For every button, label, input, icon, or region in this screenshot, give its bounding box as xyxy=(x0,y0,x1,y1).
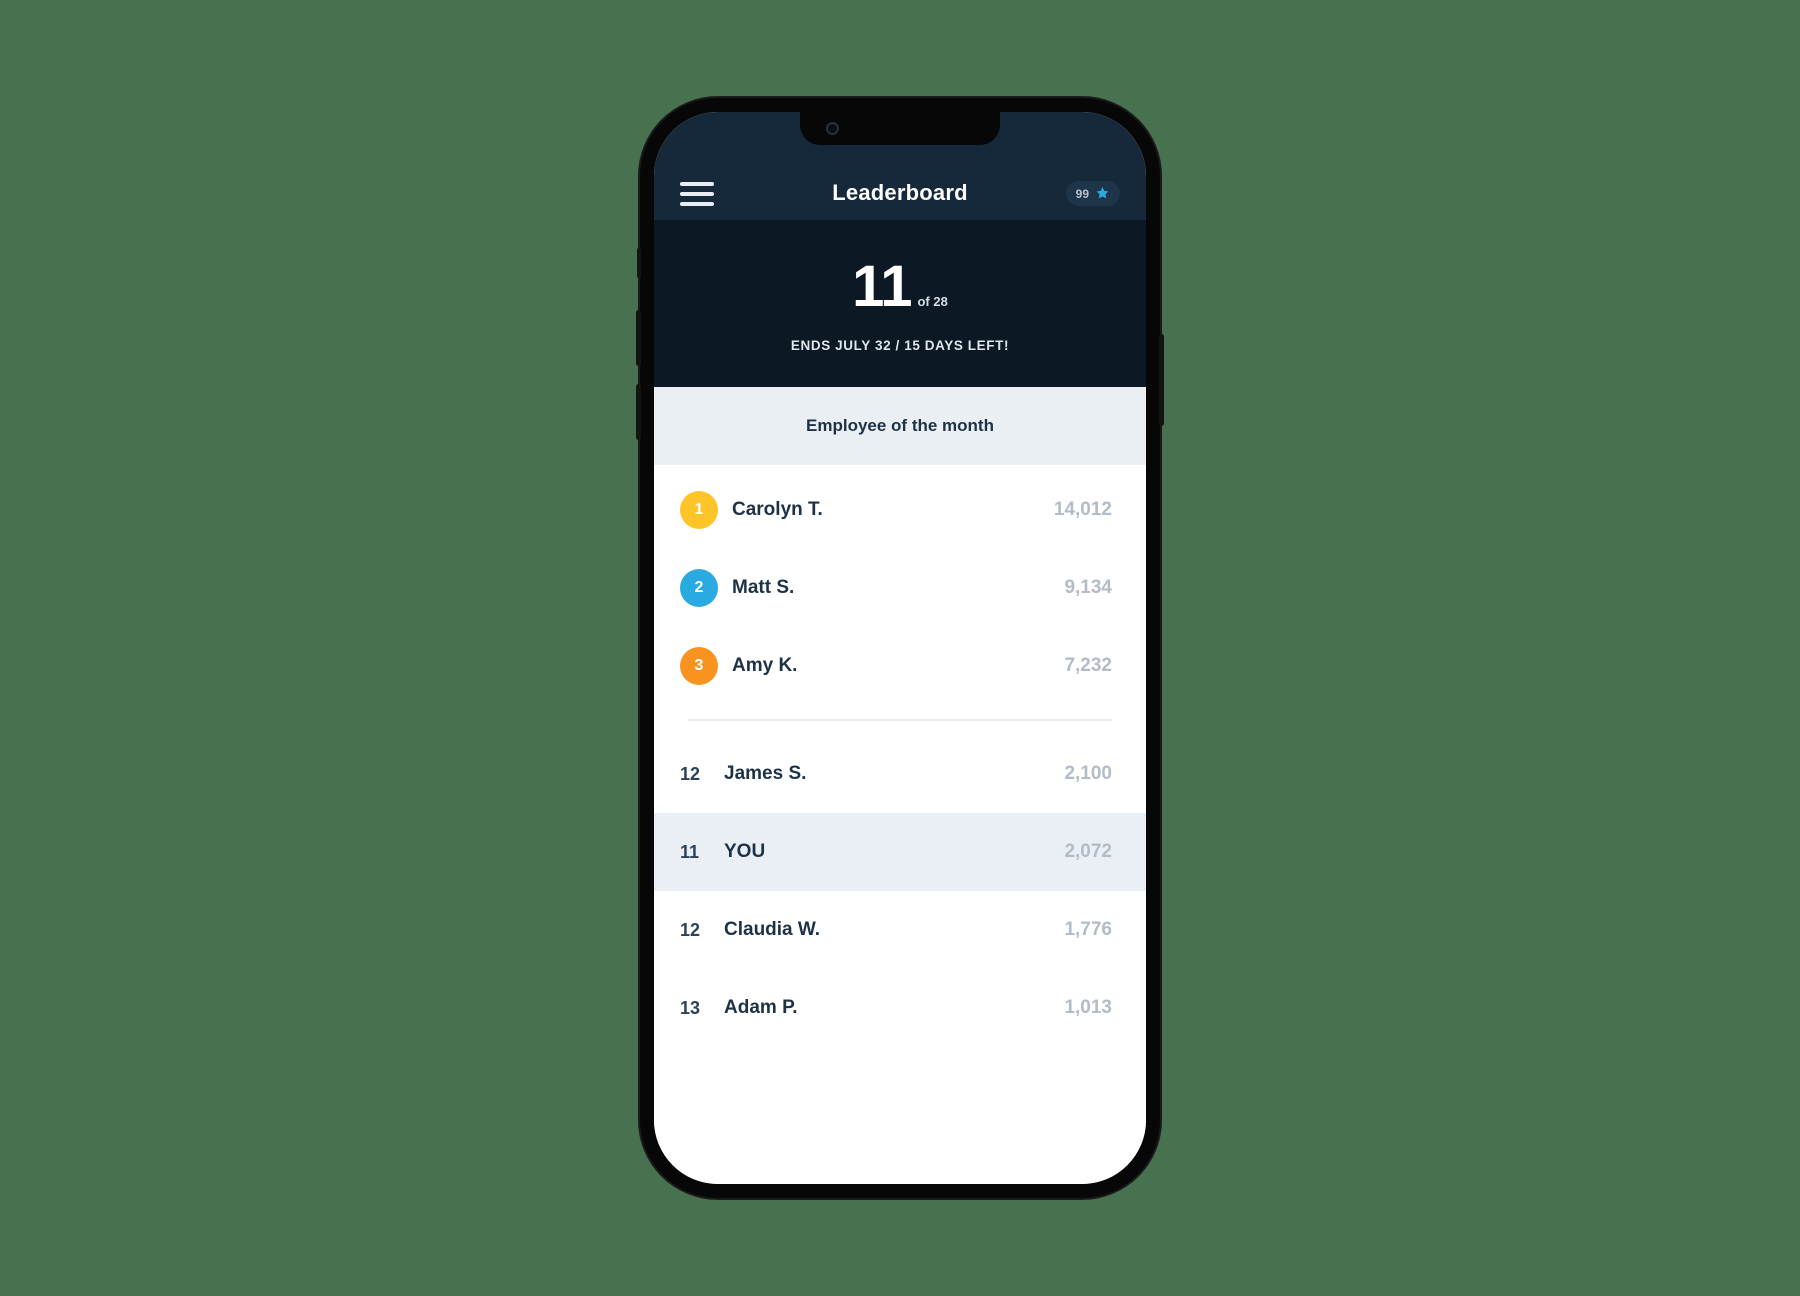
leaderboard-list: 1 Carolyn T. 14,012 2 Matt S. 9,134 3 Am… xyxy=(654,465,1146,1184)
rank-hero-section: 11 of 28 ENDS JULY 32 / 15 DAYS LEFT! xyxy=(654,220,1146,387)
rank-number: 12 xyxy=(680,763,701,784)
player-score: 1,776 xyxy=(1064,919,1112,940)
front-camera-icon xyxy=(826,122,839,135)
table-row[interactable]: 3 Amy K. 7,232 xyxy=(654,627,1146,705)
silent-switch-button[interactable] xyxy=(637,248,641,278)
table-row[interactable]: 12 Claudia W. 1,776 xyxy=(654,891,1146,969)
star-icon xyxy=(1096,187,1109,199)
contest-deadline-label: ENDS JULY 32 / 15 DAYS LEFT! xyxy=(790,338,1010,353)
rank-badge: 3 xyxy=(680,647,718,685)
table-row-current-user[interactable]: 11 YOU 2,072 xyxy=(654,813,1146,891)
phone-notch xyxy=(800,112,1000,145)
player-score: 2,072 xyxy=(1064,841,1112,862)
section-header: Employee of the month xyxy=(654,387,1146,465)
section-title: Employee of the month xyxy=(806,416,994,435)
rank-badge: 2 xyxy=(680,569,718,607)
phone-device-frame: Leaderboard 99 11 of 28 ENDS JULY 32 / 1… xyxy=(636,98,1164,1198)
points-count-label: 99 xyxy=(1075,186,1089,201)
rank-number: 13 xyxy=(680,997,701,1018)
phone-screen: Leaderboard 99 11 of 28 ENDS JULY 32 / 1… xyxy=(654,112,1146,1184)
rank-total-label: of 28 xyxy=(917,294,948,309)
volume-up-button[interactable] xyxy=(636,310,641,366)
list-divider xyxy=(688,719,1112,721)
volume-down-button[interactable] xyxy=(636,384,641,440)
player-name: James S. xyxy=(724,763,807,784)
table-row[interactable]: 12 James S. 2,100 xyxy=(654,735,1146,813)
player-name: Matt S. xyxy=(732,577,795,598)
player-score: 9,134 xyxy=(1064,577,1112,598)
rank-display: 11 of 28 xyxy=(654,258,1146,316)
table-row[interactable]: 1 Carolyn T. 14,012 xyxy=(654,471,1146,549)
player-score: 2,100 xyxy=(1064,763,1112,784)
points-badge[interactable]: 99 xyxy=(1065,181,1120,206)
current-rank-value: 11 xyxy=(852,254,912,319)
player-name: YOU xyxy=(724,841,766,862)
player-score: 7,232 xyxy=(1064,655,1112,676)
power-button[interactable] xyxy=(1159,334,1164,426)
rank-number: 11 xyxy=(680,841,700,862)
player-name: Amy K. xyxy=(732,655,798,676)
table-row[interactable]: 2 Matt S. 9,134 xyxy=(654,549,1146,627)
player-name: Claudia W. xyxy=(724,919,821,940)
rank-number: 12 xyxy=(680,919,701,940)
hamburger-menu-icon[interactable] xyxy=(680,182,714,206)
player-name: Carolyn T. xyxy=(732,499,823,520)
player-score: 1,013 xyxy=(1064,997,1112,1018)
player-name: Adam P. xyxy=(724,997,798,1018)
player-score: 14,012 xyxy=(1053,499,1112,520)
rank-badge: 1 xyxy=(680,491,718,529)
table-row[interactable]: 13 Adam P. 1,013 xyxy=(654,969,1146,1047)
